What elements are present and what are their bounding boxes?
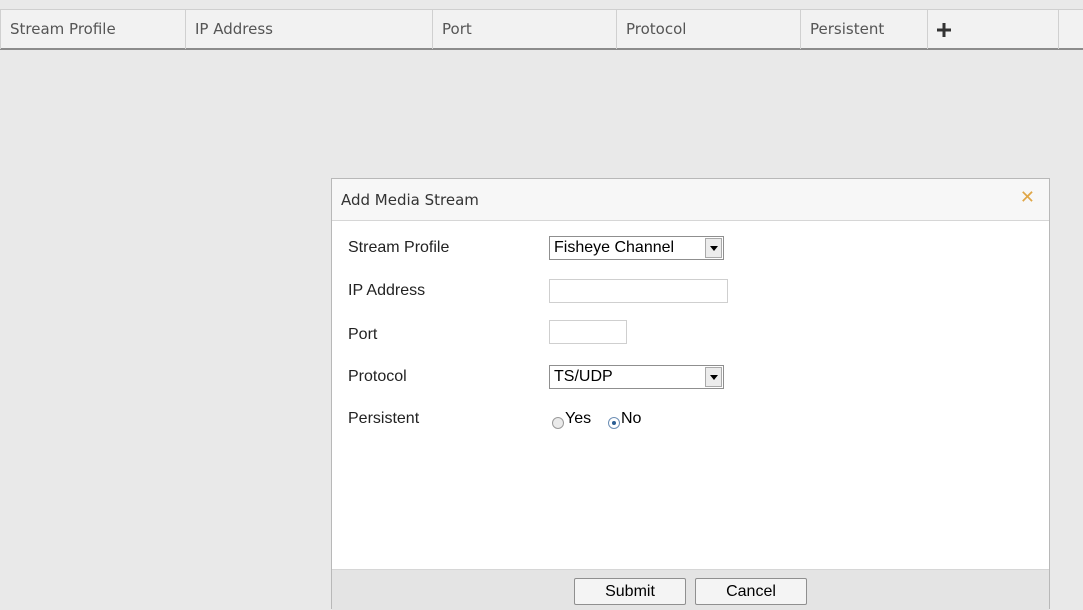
column-header-stream-profile[interactable]: Stream Profile — [0, 10, 186, 49]
add-stream-button[interactable] — [928, 10, 1059, 49]
stream-profile-value: Fisheye Channel — [554, 239, 675, 256]
column-header-protocol[interactable]: Protocol — [617, 10, 801, 49]
persistent-label: Persistent — [348, 410, 420, 427]
dialog-title: Add Media Stream — [341, 191, 479, 209]
persistent-no-label: No — [621, 410, 642, 427]
cancel-button[interactable]: Cancel — [695, 578, 807, 605]
stream-profile-label: Stream Profile — [348, 239, 450, 256]
submit-button[interactable]: Submit — [574, 578, 686, 605]
plus-icon — [937, 23, 951, 37]
persistent-yes-radio[interactable] — [552, 417, 564, 429]
column-header-persistent[interactable]: Persistent — [801, 10, 928, 49]
port-input[interactable] — [549, 320, 627, 344]
close-icon[interactable]: ✕ — [1020, 189, 1035, 207]
dialog-title-bar: Add Media Stream ✕ — [332, 179, 1049, 221]
port-label: Port — [348, 326, 378, 343]
column-header-ip-address[interactable]: IP Address — [186, 10, 433, 49]
persistent-yes-label: Yes — [565, 410, 592, 427]
ip-address-label: IP Address — [348, 282, 426, 299]
dialog-footer: Submit Cancel — [332, 569, 1049, 610]
ip-address-input[interactable] — [549, 279, 728, 303]
column-header-port[interactable]: Port — [433, 10, 617, 49]
chevron-down-icon — [705, 238, 722, 258]
protocol-select[interactable]: TS/UDP — [549, 365, 724, 389]
protocol-value: TS/UDP — [554, 368, 613, 385]
table-header: Stream Profile IP Address Port Protocol … — [0, 9, 1083, 50]
protocol-label: Protocol — [348, 368, 407, 385]
stream-profile-select[interactable]: Fisheye Channel — [549, 236, 724, 260]
persistent-no-radio[interactable] — [608, 417, 620, 429]
chevron-down-icon — [705, 367, 722, 387]
add-media-stream-dialog: Add Media Stream ✕ Stream Profile Fishey… — [331, 178, 1050, 610]
